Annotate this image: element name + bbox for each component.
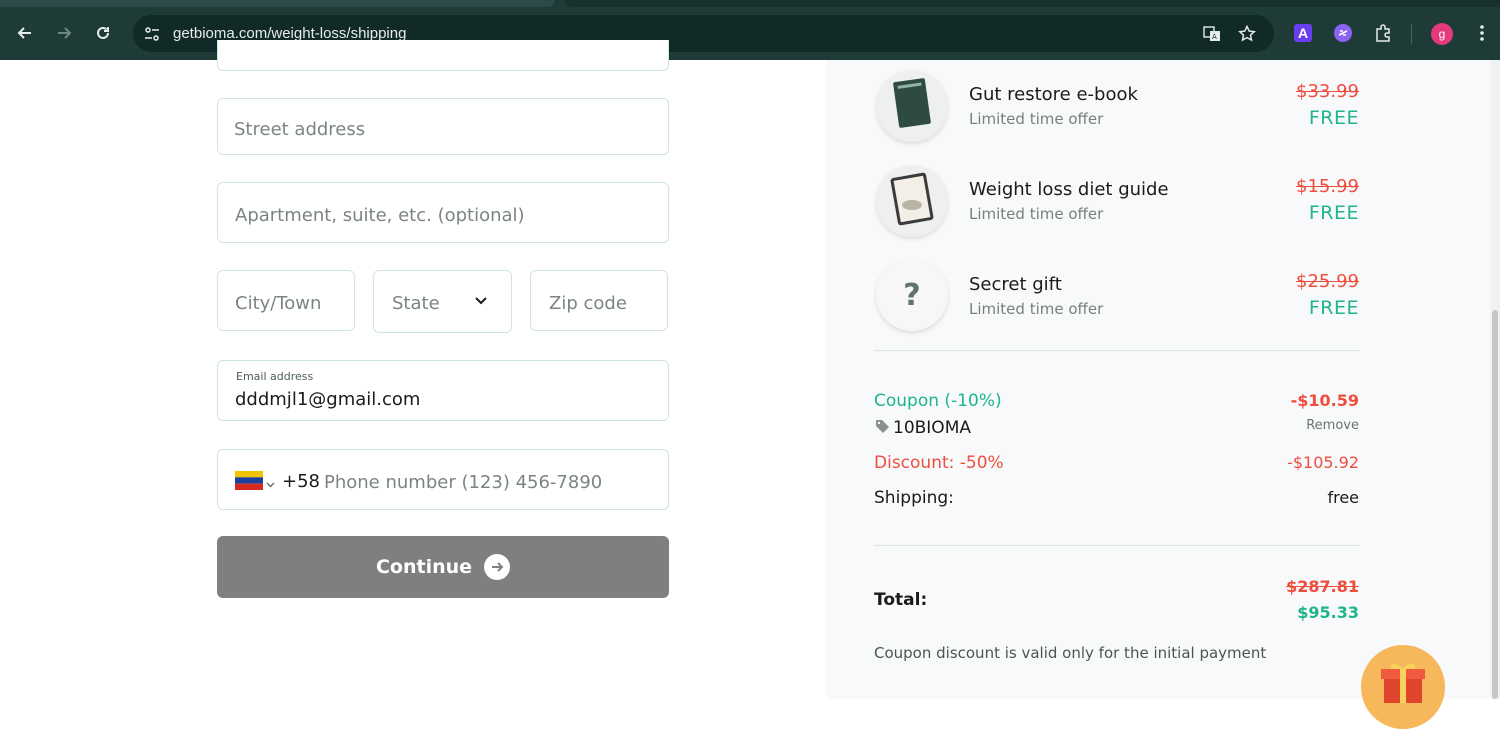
discount-value: -$105.92	[1287, 453, 1359, 472]
item-title: Weight loss diet guide	[969, 179, 1169, 200]
total-label: Total:	[874, 590, 928, 610]
tag-icon	[875, 419, 890, 439]
apartment-input[interactable]: Apartment, suite, etc. (optional)	[217, 182, 669, 243]
shipping-label: Shipping:	[874, 488, 954, 508]
city-placeholder: City/Town	[235, 293, 322, 314]
apartment-placeholder: Apartment, suite, etc. (optional)	[235, 205, 525, 226]
coupon-code: 10BIOMA	[893, 418, 971, 438]
continue-button[interactable]: Continue	[217, 536, 669, 598]
zip-placeholder: Zip code	[549, 293, 627, 314]
browser-tab-inactive[interactable]	[565, 0, 1500, 7]
ebook-image	[876, 70, 948, 142]
street-address-input[interactable]: Street address	[217, 98, 669, 155]
extension-a-icon[interactable]: A	[1294, 24, 1312, 42]
remove-coupon-link[interactable]: Remove	[1259, 418, 1359, 433]
item-title: Gut restore e-book	[969, 84, 1138, 105]
total-new-price: $95.33	[1297, 603, 1359, 622]
previous-field[interactable]	[217, 40, 669, 71]
venezuela-flag-icon[interactable]	[235, 471, 263, 490]
street-address-placeholder: Street address	[234, 119, 366, 140]
phone-placeholder: Phone number (123) 456-7890	[324, 472, 603, 493]
reload-icon[interactable]	[90, 20, 116, 46]
zip-input[interactable]: Zip code	[530, 270, 668, 331]
question-mark-icon: ?	[903, 277, 921, 313]
item-old-price: $33.99	[1296, 81, 1359, 102]
site-settings-icon[interactable]	[142, 24, 162, 44]
email-label: Email address	[236, 370, 314, 383]
toolbar-divider	[1411, 24, 1412, 44]
item-subtitle: Limited time offer	[969, 110, 1104, 128]
svg-text:A: A	[1212, 33, 1217, 41]
divider	[874, 545, 1359, 546]
total-old-price: $287.81	[1286, 577, 1359, 596]
browser-tab[interactable]	[0, 0, 555, 7]
secret-gift-image: ?	[876, 259, 948, 331]
coupon-value: -$10.59	[1290, 391, 1359, 410]
country-chevron-icon[interactable]	[266, 476, 275, 494]
discount-label: Discount: -50%	[874, 453, 1004, 473]
translate-icon[interactable]: A	[1202, 24, 1222, 44]
page-scrollbar[interactable]	[1490, 60, 1500, 699]
state-value: State	[392, 293, 440, 314]
state-select[interactable]: State	[373, 270, 512, 333]
forward-icon[interactable]	[51, 20, 77, 46]
divider	[874, 350, 1359, 351]
back-icon[interactable]	[12, 20, 38, 46]
extension-link-icon[interactable]	[1332, 22, 1354, 44]
coupon-note: Coupon discount is valid only for the in…	[874, 644, 1267, 662]
gift-floating-button[interactable]	[1361, 645, 1445, 729]
profile-avatar[interactable]: g	[1431, 23, 1453, 45]
email-field[interactable]: Email address dddmjl1@gmail.com	[217, 360, 669, 421]
coupon-label: Coupon (-10%)	[874, 391, 1002, 411]
item-title: Secret gift	[969, 274, 1062, 295]
chevron-down-icon	[473, 293, 489, 314]
item-price: FREE	[1308, 297, 1359, 319]
phone-country-code: +58	[282, 471, 320, 492]
item-subtitle: Limited time offer	[969, 205, 1104, 223]
continue-label: Continue	[375, 556, 473, 578]
item-price: FREE	[1308, 107, 1359, 129]
phone-field[interactable]: +58 Phone number (123) 456-7890	[217, 449, 669, 510]
item-old-price: $25.99	[1296, 271, 1359, 292]
menu-kebab-icon[interactable]	[1471, 22, 1493, 44]
city-input[interactable]: City/Town	[217, 270, 355, 331]
bookmark-star-icon[interactable]	[1237, 24, 1257, 44]
item-price: FREE	[1308, 202, 1359, 224]
scrollbar-thumb[interactable]	[1492, 310, 1498, 699]
email-value: dddmjl1@gmail.com	[235, 389, 421, 410]
gift-icon	[1378, 659, 1428, 710]
extensions-puzzle-icon[interactable]	[1372, 22, 1394, 44]
arrow-right-icon	[484, 554, 511, 580]
item-old-price: $15.99	[1296, 176, 1359, 197]
item-subtitle: Limited time offer	[969, 300, 1104, 318]
shipping-value: free	[1327, 488, 1359, 507]
diet-guide-image	[876, 165, 948, 237]
